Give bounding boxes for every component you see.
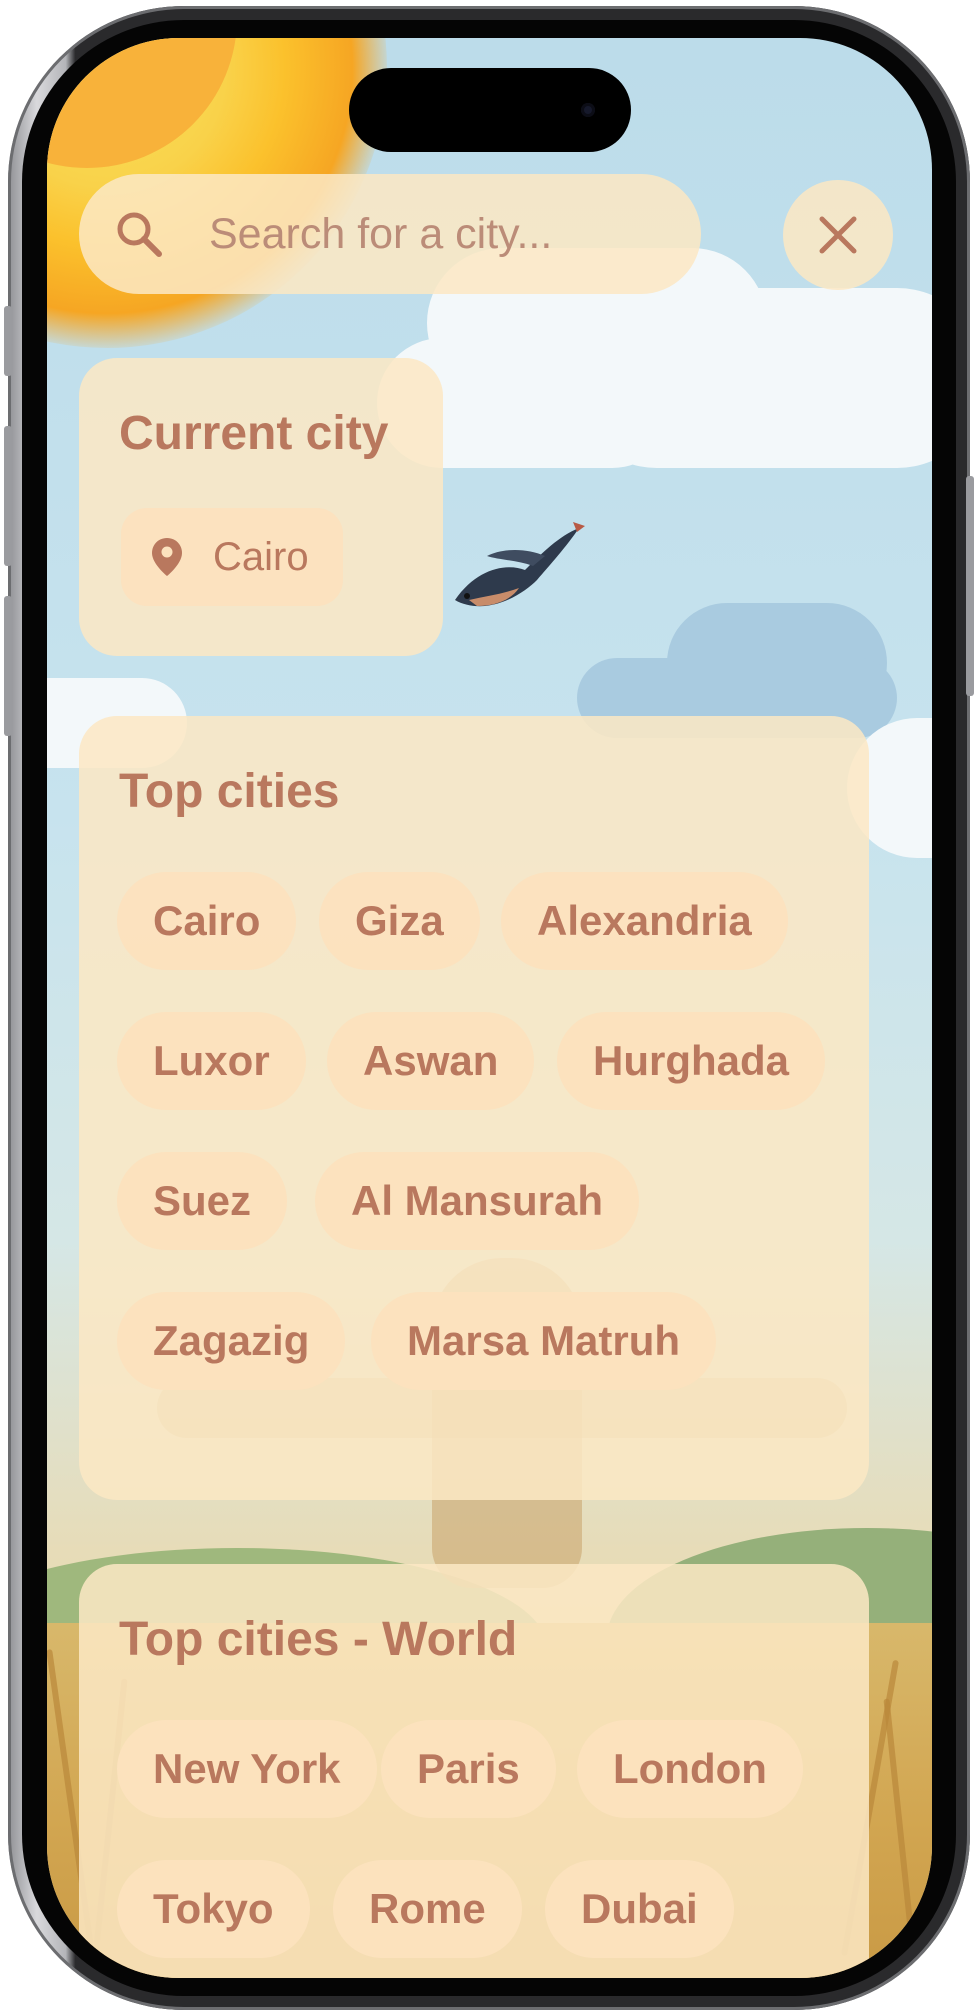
current-city-title: Current city <box>119 407 389 460</box>
city-chip-suez[interactable]: Suez <box>117 1152 288 1250</box>
search-input[interactable] <box>209 209 649 259</box>
city-chip-label: London <box>613 1745 767 1792</box>
power-button <box>966 476 974 696</box>
city-chip-label: Paris <box>417 1745 520 1792</box>
dynamic-island <box>349 68 631 152</box>
city-chip-paris[interactable]: Paris <box>381 1720 556 1818</box>
current-city-card: Current city Cairo <box>79 358 443 656</box>
city-chip-label: Zagazig <box>153 1317 310 1364</box>
location-pin-icon <box>152 538 182 576</box>
city-chip-label: Luxor <box>153 1037 270 1084</box>
city-chip-new-york[interactable]: New York <box>117 1720 377 1818</box>
city-chip-label: Alexandria <box>537 897 752 944</box>
top-cities-card: Top cities Cairo Giza Alexandria Luxor A… <box>79 716 869 1500</box>
front-camera <box>581 103 595 117</box>
city-chip-label: Giza <box>355 897 444 944</box>
city-chip-label: Cairo <box>153 897 261 944</box>
search-bar[interactable] <box>79 174 701 294</box>
city-chip-zagazig[interactable]: Zagazig <box>117 1292 346 1390</box>
volume-down-button <box>4 596 12 736</box>
city-chip-luxor[interactable]: Luxor <box>117 1012 306 1110</box>
city-chip-label: Al Mansurah <box>351 1177 604 1224</box>
city-chip-label: Rome <box>369 1885 486 1932</box>
city-chip-rome[interactable]: Rome <box>333 1860 522 1958</box>
search-icon <box>117 212 162 257</box>
city-chip-aswan[interactable]: Aswan <box>327 1012 535 1110</box>
city-chip-cairo[interactable]: Cairo <box>117 872 297 970</box>
top-cities-title: Top cities <box>119 765 340 818</box>
current-city-label: Cairo <box>213 534 309 579</box>
city-chip-marsa-matruh[interactable]: Marsa Matruh <box>371 1292 717 1390</box>
city-chip-label: Marsa Matruh <box>407 1317 681 1364</box>
city-chip-tokyo[interactable]: Tokyo <box>117 1860 310 1958</box>
volume-up-button <box>4 426 12 566</box>
city-chip-al-mansurah[interactable]: Al Mansurah <box>315 1152 640 1250</box>
city-chip-label: Tokyo <box>153 1885 274 1932</box>
current-city-chip[interactable]: Cairo <box>121 508 343 606</box>
city-chip-label: Aswan <box>363 1037 499 1084</box>
action-button <box>4 306 12 376</box>
city-chip-giza[interactable]: Giza <box>319 872 480 970</box>
city-chip-label: Hurghada <box>593 1037 790 1084</box>
close-icon <box>819 216 857 254</box>
city-chip-london[interactable]: London <box>577 1720 803 1818</box>
swallow-bird-illustration <box>455 522 585 607</box>
app-screen: Current city Cairo Top cities Cairo Giza… <box>47 38 932 1978</box>
city-chip-label: Dubai <box>581 1885 698 1932</box>
top-cities-world-card: Top cities - World New York Paris London… <box>79 1564 869 1978</box>
city-chip-label: New York <box>153 1745 341 1792</box>
city-chip-dubai[interactable]: Dubai <box>545 1860 734 1958</box>
city-chip-label: Suez <box>153 1177 252 1224</box>
top-cities-world-title: Top cities - World <box>119 1613 518 1666</box>
city-chip-hurghada[interactable]: Hurghada <box>557 1012 826 1110</box>
city-chip-alexandria[interactable]: Alexandria <box>501 872 788 970</box>
close-button[interactable] <box>783 180 893 290</box>
